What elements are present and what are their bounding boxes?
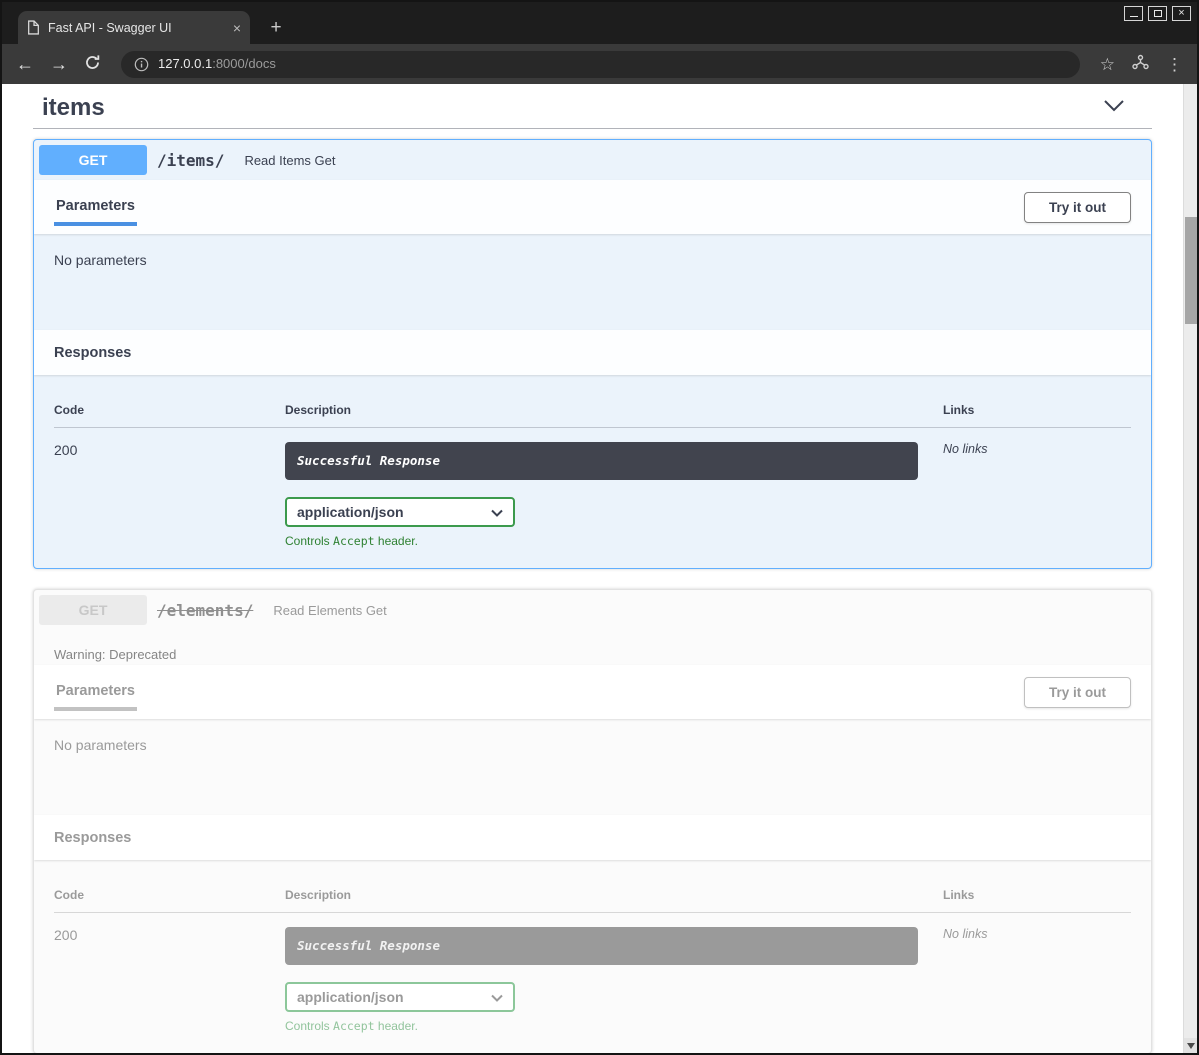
controls-note-prefix: Controls — [285, 1019, 333, 1033]
controls-note-suffix: header. — [375, 1019, 418, 1033]
network-icon[interactable] — [1131, 54, 1150, 75]
browser-window: Fast API - Swagger UI × + × ← → 127.0.0.… — [0, 0, 1199, 1055]
tab-title: Fast API - Swagger UI — [48, 21, 227, 35]
site-info-icon[interactable] — [134, 57, 149, 72]
scrollbar-thumb[interactable] — [1185, 217, 1197, 324]
page-content: items GET /items/ Read Items Get Paramet… — [2, 84, 1197, 1053]
scrollbar[interactable] — [1183, 84, 1197, 1053]
column-links: Links — [943, 888, 1131, 902]
method-badge: GET — [39, 145, 147, 175]
response-description-text: Successful Response — [297, 453, 440, 468]
url-path: :8000/docs — [212, 56, 276, 71]
tag-section-header[interactable]: items — [33, 88, 1152, 129]
parameters-body: No parameters — [34, 234, 1151, 330]
bookmark-star-icon[interactable]: ☆ — [1100, 56, 1115, 73]
method-badge: GET — [39, 595, 147, 625]
parameters-header: Parameters Try it out — [34, 180, 1151, 234]
deprecated-warning: Warning: Deprecated — [34, 630, 1151, 665]
no-parameters-text: No parameters — [54, 737, 147, 753]
responses-table-header: Code Description Links — [54, 395, 1131, 428]
page-favicon-icon — [27, 20, 40, 35]
parameters-tab[interactable]: Parameters — [54, 673, 137, 711]
try-it-out-button[interactable]: Try it out — [1024, 677, 1131, 708]
controls-note-prefix: Controls — [285, 534, 333, 548]
close-icon: × — [1178, 8, 1184, 19]
reload-button[interactable] — [84, 54, 101, 74]
url-text: 127.0.0.1:8000/docs — [158, 55, 276, 73]
response-description-box: Successful Response — [285, 442, 918, 480]
media-type-value: application/json — [297, 989, 404, 1005]
select-chevron-icon — [491, 504, 503, 520]
minimize-icon — [1130, 16, 1138, 17]
maximize-button[interactable] — [1148, 6, 1167, 21]
tag-title: items — [42, 94, 105, 122]
media-type-value: application/json — [297, 504, 404, 520]
browser-tab[interactable]: Fast API - Swagger UI × — [18, 11, 250, 44]
address-bar[interactable]: 127.0.0.1:8000/docs — [121, 51, 1080, 78]
responses-header: Responses — [34, 815, 1151, 860]
scroll-down-arrow-icon — [1187, 1043, 1195, 1049]
media-type-select[interactable]: application/json — [285, 982, 515, 1012]
controls-accept-note: Controls Accept header. — [285, 534, 943, 548]
response-code: 200 — [54, 927, 285, 1033]
controls-accept-note: Controls Accept header. — [285, 1019, 943, 1033]
minimize-button[interactable] — [1124, 6, 1143, 21]
column-links: Links — [943, 403, 1131, 417]
no-parameters-text: No parameters — [54, 252, 147, 268]
response-description-text: Successful Response — [297, 938, 440, 953]
new-tab-button[interactable]: + — [262, 14, 290, 42]
opblock-get-items: GET /items/ Read Items Get Parameters Tr… — [33, 139, 1152, 569]
response-description-box: Successful Response — [285, 927, 918, 965]
back-button[interactable]: ← — [16, 55, 34, 73]
controls-note-code: Accept — [333, 534, 375, 548]
response-description-cell: Successful Response application/json Con… — [285, 927, 943, 1033]
controls-note-suffix: header. — [375, 534, 418, 548]
response-row: 200 Successful Response application/json… — [54, 428, 1131, 548]
parameters-header: Parameters Try it out — [34, 665, 1151, 719]
try-it-out-button[interactable]: Try it out — [1024, 192, 1131, 223]
endpoint-summary: Read Items Get — [244, 153, 335, 168]
opblock-summary[interactable]: GET /elements/ Read Elements Get — [34, 590, 1151, 630]
reload-icon — [84, 54, 101, 71]
response-links: No links — [943, 442, 1131, 548]
forward-button[interactable]: → — [50, 55, 68, 73]
endpoint-path: /elements/ — [157, 601, 253, 620]
window-controls: × — [1124, 6, 1191, 21]
endpoint-path: /items/ — [157, 151, 224, 170]
scrollbar-down-button[interactable] — [1184, 1038, 1197, 1053]
response-row: 200 Successful Response application/json… — [54, 913, 1131, 1033]
responses-table-header: Code Description Links — [54, 880, 1131, 913]
parameters-body: No parameters — [34, 719, 1151, 815]
controls-note-code: Accept — [333, 1019, 375, 1033]
select-chevron-icon — [491, 989, 503, 1005]
responses-header: Responses — [34, 330, 1151, 375]
window-titlebar: Fast API - Swagger UI × + × — [2, 2, 1197, 44]
url-host: 127.0.0.1 — [158, 56, 212, 71]
maximize-icon — [1154, 10, 1162, 17]
tab-close-icon[interactable]: × — [233, 20, 241, 36]
column-code: Code — [54, 888, 285, 902]
responses-title: Responses — [54, 345, 131, 361]
opblock-summary[interactable]: GET /items/ Read Items Get — [34, 140, 1151, 180]
responses-title: Responses — [54, 830, 131, 846]
media-type-select[interactable]: application/json — [285, 497, 515, 527]
column-code: Code — [54, 403, 285, 417]
endpoint-summary: Read Elements Get — [273, 603, 386, 618]
menu-dots-icon[interactable]: ⋮ — [1166, 56, 1183, 73]
browser-toolbar: ← → 127.0.0.1:8000/docs ☆ ⋮ — [2, 44, 1197, 84]
response-description-cell: Successful Response application/json Con… — [285, 442, 943, 548]
chevron-down-icon[interactable] — [1103, 99, 1125, 118]
opblock-get-elements-deprecated: GET /elements/ Read Elements Get Warning… — [33, 589, 1152, 1053]
response-code: 200 — [54, 442, 285, 548]
responses-body: Code Description Links 200 Successful Re… — [34, 860, 1151, 1053]
column-description: Description — [285, 403, 943, 417]
responses-body: Code Description Links 200 Successful Re… — [34, 375, 1151, 568]
parameters-tab[interactable]: Parameters — [54, 188, 137, 226]
column-description: Description — [285, 888, 943, 902]
response-links: No links — [943, 927, 1131, 1033]
swagger-ui: items GET /items/ Read Items Get Paramet… — [2, 84, 1197, 1053]
close-window-button[interactable]: × — [1172, 6, 1191, 21]
